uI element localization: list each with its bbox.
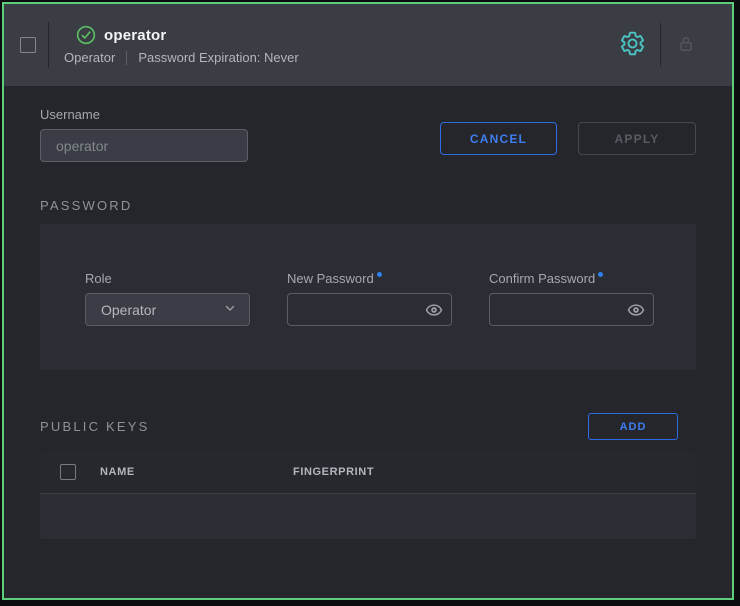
public-keys-section-heading: PUBLIC KEYS <box>40 419 149 434</box>
gear-icon <box>619 30 646 60</box>
account-settings-form: Username CANCEL APPLY PASSWORD Role Oper… <box>4 86 732 539</box>
column-header-name: NAME <box>100 466 293 478</box>
new-password-label: New Password <box>287 271 452 286</box>
eye-icon <box>425 301 443 324</box>
username-field-group: Username <box>40 107 248 162</box>
account-title: operator <box>104 27 166 44</box>
unlock-icon <box>676 34 696 57</box>
table-header-row: NAME FINGERPRINT <box>40 451 696 494</box>
username-label: Username <box>40 107 248 122</box>
select-all-keys-checkbox[interactable] <box>60 464 76 480</box>
cancel-button[interactable]: CANCEL <box>440 122 557 155</box>
settings-button[interactable] <box>619 30 646 60</box>
role-field-group: Role Operator <box>85 271 250 370</box>
lock-account-button[interactable] <box>676 34 696 57</box>
header-divider <box>48 22 49 68</box>
new-password-field-group: New Password <box>287 271 452 370</box>
account-role-text: Operator <box>64 50 115 65</box>
role-select[interactable]: Operator <box>85 293 250 326</box>
confirm-password-field-group: Confirm Password <box>489 271 654 370</box>
header-actions <box>619 23 696 67</box>
required-indicator <box>377 272 382 277</box>
new-password-visibility-toggle[interactable] <box>425 301 443 324</box>
subtitle-divider <box>126 51 127 65</box>
password-expiration-text: Password Expiration: Never <box>138 50 298 65</box>
chevron-down-icon <box>223 301 237 318</box>
public-keys-table: NAME FINGERPRINT <box>40 451 696 539</box>
apply-button[interactable]: APPLY <box>578 122 696 155</box>
add-public-key-button[interactable]: ADD <box>588 413 678 440</box>
check-circle-icon <box>76 25 96 45</box>
password-panel: Role Operator New Password <box>40 224 696 370</box>
role-selected-value: Operator <box>101 302 156 318</box>
select-account-checkbox[interactable] <box>20 37 36 53</box>
table-row <box>40 494 696 539</box>
column-header-fingerprint: FINGERPRINT <box>293 466 696 478</box>
account-header: operator Operator Password Expiration: N… <box>4 4 732 86</box>
account-summary: operator Operator Password Expiration: N… <box>64 25 299 65</box>
required-indicator <box>598 272 603 277</box>
header-actions-divider <box>660 23 661 67</box>
eye-icon <box>627 301 645 324</box>
confirm-password-label: Confirm Password <box>489 271 654 286</box>
password-section-heading: PASSWORD <box>40 198 696 213</box>
username-input[interactable] <box>40 129 248 162</box>
form-action-buttons: CANCEL APPLY <box>440 122 696 162</box>
user-account-window: operator Operator Password Expiration: N… <box>2 2 734 600</box>
role-label: Role <box>85 271 250 286</box>
confirm-password-visibility-toggle[interactable] <box>627 301 645 324</box>
